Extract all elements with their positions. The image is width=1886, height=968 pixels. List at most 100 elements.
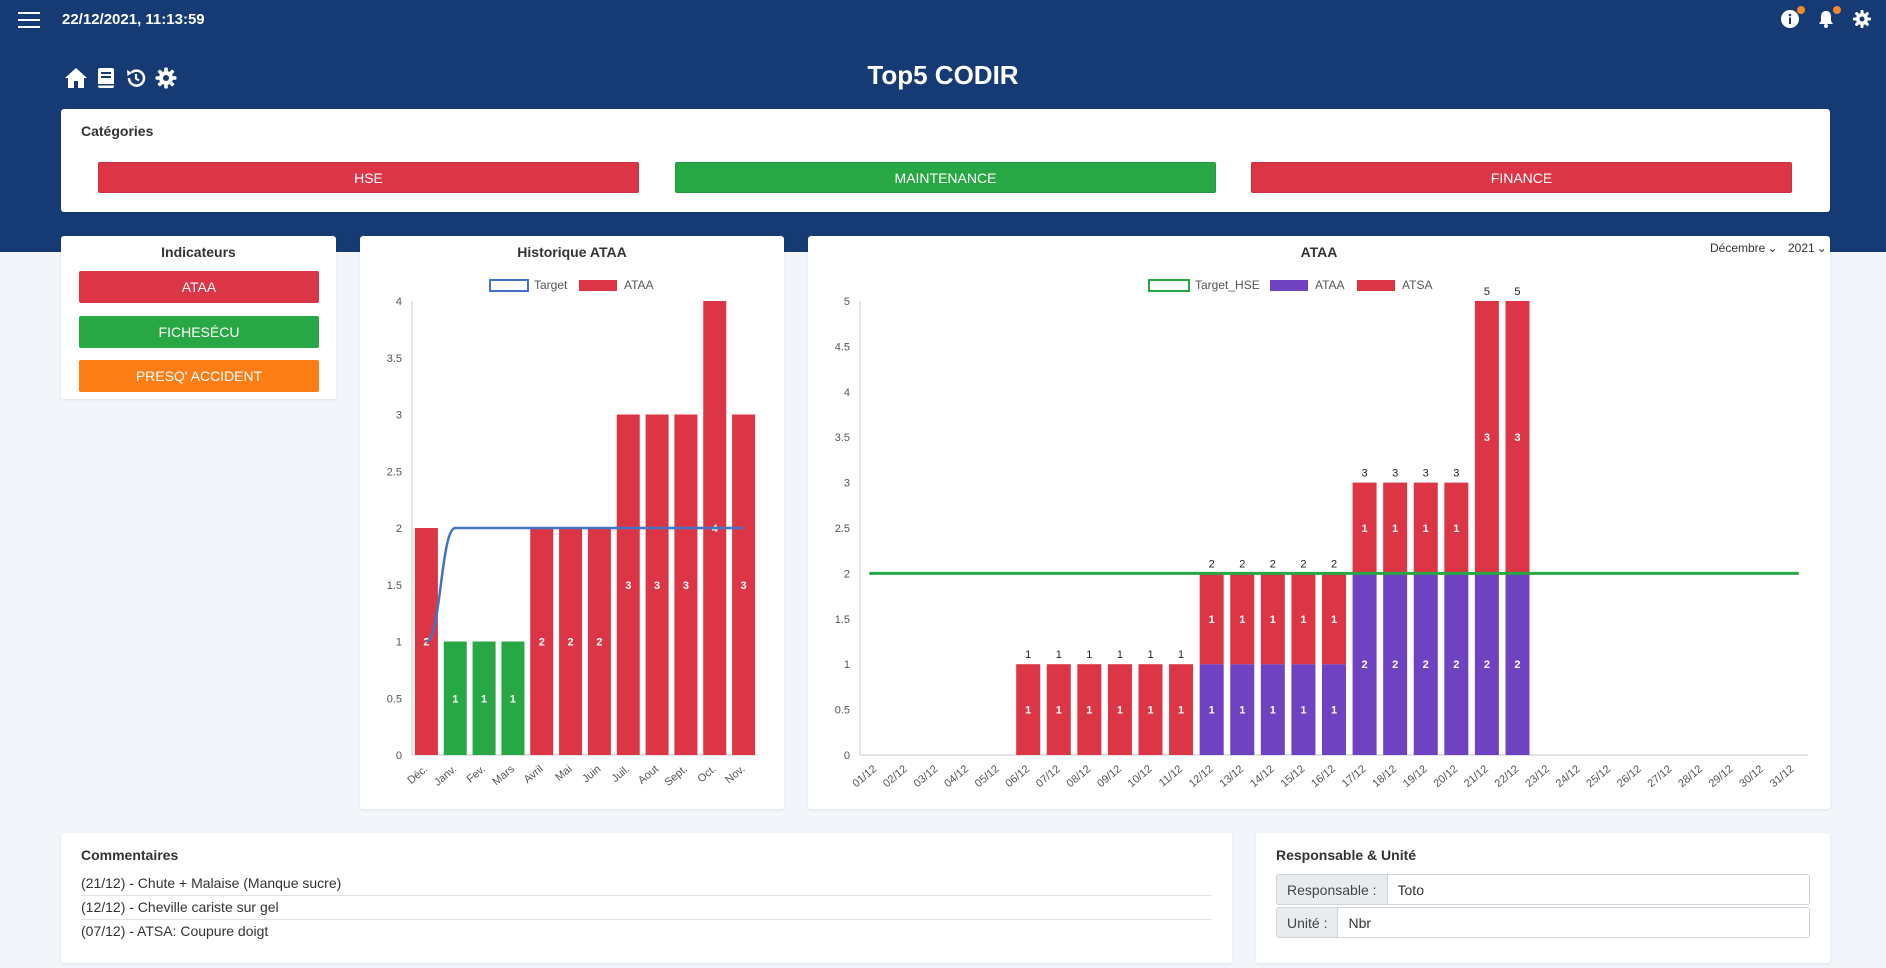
responsable-card: Responsable & Unité Responsable : Unité … <box>1256 833 1830 963</box>
historique-chart-card: Historique ATAA 0 0.5 1 1.5 2 2.5 3 3.5 4 Target A… <box>360 236 784 809</box>
x-tick-label: 29/12 <box>1707 763 1736 790</box>
x-tick-label: 25/12 <box>1584 763 1613 790</box>
y-tick-label: 0.5 <box>387 693 402 705</box>
x-tick-label: 27/12 <box>1646 763 1675 790</box>
bar-value-label: 1 <box>481 693 487 705</box>
bar-total-label: 1 <box>1025 649 1031 661</box>
y-tick-label: 3.5 <box>835 432 850 444</box>
bar-total-label: 2 <box>1270 558 1276 570</box>
settings-gear-icon[interactable] <box>1852 9 1874 31</box>
x-tick-label: 05/12 <box>973 763 1002 790</box>
bar-ataa-value-label: 2 <box>1514 659 1520 671</box>
notification-dot <box>1797 6 1805 14</box>
y-tick-label: 3 <box>844 478 850 490</box>
bar-value-label: 1 <box>452 693 458 705</box>
indicators-card: Indicateurs ATAA FICHESÉCU PRESQ' ACCIDE… <box>61 236 336 399</box>
legend-target-swatch <box>489 279 529 292</box>
bar-ataa-value-label: 2 <box>1423 659 1429 671</box>
bar-value-label: 2 <box>568 637 574 649</box>
bar-value-label: 3 <box>683 580 689 592</box>
y-tick-label: 1 <box>396 637 402 649</box>
bar-atsa-value-label: 1 <box>1209 614 1215 626</box>
bar-value-label: 1 <box>510 693 516 705</box>
legend-target-hse-swatch <box>1148 279 1190 292</box>
y-tick-label: 4 <box>844 387 850 399</box>
x-tick-label: 15/12 <box>1279 763 1308 790</box>
legend-ataa-swatch <box>1270 280 1308 291</box>
indicator-ataa-button[interactable]: ATAA <box>79 271 319 303</box>
bar-atsa-value-label: 1 <box>1147 705 1153 717</box>
x-tick-label: 26/12 <box>1615 763 1644 790</box>
y-tick-label: 0 <box>396 750 402 762</box>
bar-value-label: 2 <box>423 637 429 649</box>
comments-card: Commentaires (21/12) - Chute + Malaise (… <box>61 833 1232 963</box>
historique-chart: 00.511.522.533.54Target ATAA21 1 12 2 23 3 343D… <box>387 278 758 789</box>
y-tick-label: 1.5 <box>387 580 402 592</box>
unite-input[interactable] <box>1338 908 1809 937</box>
bar-atsa-value-label: 1 <box>1362 523 1368 535</box>
bar-value-label: 3 <box>741 580 747 592</box>
bar-atsa-value-label: 1 <box>1453 523 1459 535</box>
x-tick-label: 23/12 <box>1523 763 1552 790</box>
year-select[interactable]: 2021 ⌄ <box>1788 241 1827 255</box>
category-hse-button[interactable]: HSE <box>98 162 639 193</box>
x-tick-label: 13/12 <box>1217 763 1246 790</box>
x-tick-label: Mai <box>553 763 574 784</box>
indicator-presq-accident-button[interactable]: PRESQ' ACCIDENT <box>79 360 319 392</box>
ataa-chart: 0 0.5 1 1.5 2 2.5 3 3.5 4 4.5 5 Target_HSE ATAA ATSA 0… <box>835 278 1808 790</box>
bar-value-label: 3 <box>654 580 660 592</box>
x-tick-label: Oct. <box>696 763 719 785</box>
bar-atsa-value-label: 3 <box>1484 432 1490 444</box>
page-title: Top5 CODIR <box>867 60 1019 90</box>
bar-total-label: 2 <box>1209 558 1215 570</box>
bar-total-label: 1 <box>1086 649 1092 661</box>
x-tick-label: 14/12 <box>1248 763 1277 790</box>
unite-label: Unité : <box>1277 908 1339 937</box>
x-tick-label: 12/12 <box>1187 763 1216 790</box>
info-icon[interactable] <box>1780 6 1805 31</box>
bar-ataa-value-label: 2 <box>1392 659 1398 671</box>
bar-ataa-value-label: 1 <box>1239 705 1245 717</box>
category-finance-button[interactable]: FINANCE <box>1251 162 1792 193</box>
indicator-fichesecu-button[interactable]: FICHESÉCU <box>79 316 319 348</box>
bar-total-label: 3 <box>1392 468 1398 480</box>
legend-target-label: Target <box>534 278 568 292</box>
chevron-down-icon: ⌄ <box>1816 241 1827 255</box>
category-maintenance-button[interactable]: MAINTENANCE <box>675 162 1216 193</box>
y-tick-label: 4.5 <box>835 341 850 353</box>
bar-atsa-value-label: 1 <box>1300 614 1306 626</box>
y-tick-label: 2 <box>396 523 402 535</box>
x-tick-label: Déc. <box>405 763 430 787</box>
x-tick-label: 10/12 <box>1126 763 1155 790</box>
bar-atsa-value-label: 1 <box>1056 705 1062 717</box>
bar-atsa-value-label: 1 <box>1239 614 1245 626</box>
month-select[interactable]: Décembre ⌄ <box>1710 241 1777 255</box>
x-tick-label: 09/12 <box>1095 763 1124 790</box>
comment-item: (07/12) - ATSA: Coupure doigt <box>81 923 269 939</box>
x-tick-label: 08/12 <box>1064 763 1093 790</box>
responsable-field: Responsable : <box>1276 874 1810 905</box>
x-tick-label: 01/12 <box>850 763 879 790</box>
bell-icon[interactable] <box>1816 6 1841 31</box>
bar-atsa-value-label: 3 <box>1514 432 1520 444</box>
bar-ataa-value-label: 1 <box>1209 705 1215 717</box>
x-tick-label: Fev. <box>465 763 488 785</box>
x-tick-label: Sept. <box>662 763 689 789</box>
bar-total-label: 2 <box>1239 558 1245 570</box>
y-tick-label: 1.5 <box>835 614 850 626</box>
bar-atsa-value-label: 1 <box>1086 705 1092 717</box>
menu-icon[interactable] <box>18 12 40 29</box>
bar-total-label: 1 <box>1117 649 1123 661</box>
chevron-down-icon: ⌄ <box>1767 241 1778 255</box>
bar-total-label: 3 <box>1453 468 1459 480</box>
y-tick-label: 5 <box>844 296 850 308</box>
x-tick-label: Avril <box>522 763 546 786</box>
bar-value-label: 2 <box>539 637 545 649</box>
bar-value-label: 2 <box>596 637 602 649</box>
datetime: 22/12/2021, 11:13:59 <box>62 11 205 28</box>
x-tick-label: 16/12 <box>1309 763 1338 790</box>
top-bar: 22/12/2021, 11:13:59 <box>0 0 1886 40</box>
chart-title: ATAA <box>1300 244 1338 260</box>
x-tick-label: 30/12 <box>1737 763 1766 790</box>
responsable-input[interactable] <box>1387 875 1809 904</box>
